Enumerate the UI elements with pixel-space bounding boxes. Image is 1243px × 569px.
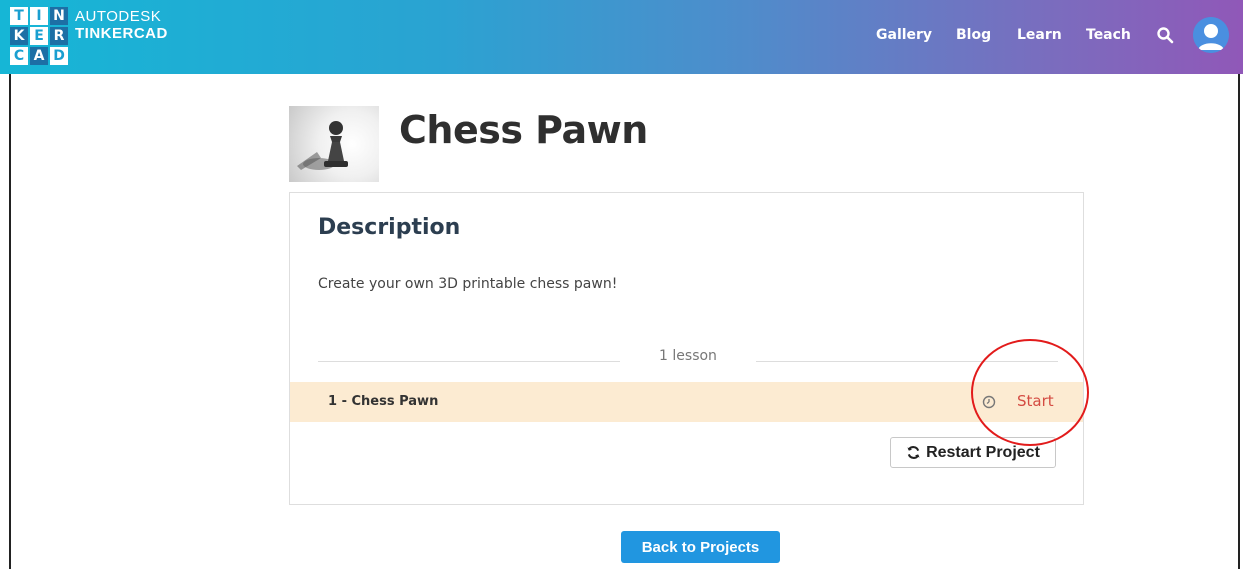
lesson-name[interactable]: 1 - Chess Pawn	[328, 394, 438, 409]
clock-icon	[982, 395, 996, 409]
page-title: Chess Pawn	[399, 108, 648, 152]
divider	[318, 361, 620, 362]
divider	[756, 361, 1058, 362]
logo-letter: A	[30, 47, 48, 65]
logo-product: TINKERCAD	[75, 24, 168, 42]
logo-letter: K	[10, 27, 28, 45]
logo-letter: I	[30, 7, 48, 25]
search-icon[interactable]	[1156, 26, 1174, 44]
nav-blog[interactable]: Blog	[956, 27, 991, 43]
project-thumbnail	[289, 106, 379, 182]
refresh-icon	[907, 446, 920, 459]
lesson-count: 1 lesson	[659, 348, 717, 364]
page-border-left	[9, 74, 11, 569]
page: T I N K E R C A D AUTODESK TINKERCAD Gal…	[0, 0, 1243, 569]
logo-wordmark: AUTODESK TINKERCAD	[75, 8, 168, 42]
nav-learn[interactable]: Learn	[1017, 27, 1062, 43]
logo-letter: T	[10, 7, 28, 25]
chess-pawn-image	[297, 121, 348, 170]
logo-grid: T I N K E R C A D	[10, 7, 68, 65]
logo-brand: AUTODESK	[75, 8, 162, 25]
lesson-row[interactable]: 1 - Chess Pawn Start	[290, 382, 1083, 422]
description-heading: Description	[318, 215, 461, 240]
user-avatar-icon	[1193, 17, 1229, 53]
top-navigation-bar: T I N K E R C A D AUTODESK TINKERCAD Gal…	[0, 0, 1243, 74]
back-to-projects-button[interactable]: Back to Projects	[621, 531, 780, 563]
tinkercad-logo[interactable]: T I N K E R C A D AUTODESK TINKERCAD	[10, 7, 168, 65]
logo-letter: R	[50, 27, 68, 45]
user-avatar[interactable]	[1193, 17, 1229, 53]
description-text: Create your own 3D printable chess pawn!	[318, 276, 618, 292]
restart-project-label: Restart Project	[926, 443, 1040, 461]
nav-teach[interactable]: Teach	[1086, 27, 1131, 43]
logo-letter: E	[30, 27, 48, 45]
logo-letter: C	[10, 47, 28, 65]
restart-project-button[interactable]: Restart Project	[890, 437, 1056, 468]
logo-letter: N	[50, 7, 68, 25]
nav-gallery[interactable]: Gallery	[876, 27, 932, 43]
page-border-right	[1238, 74, 1240, 569]
logo-letter: D	[50, 47, 68, 65]
project-card: Description Create your own 3D printable…	[289, 192, 1084, 505]
lesson-start-link[interactable]: Start	[1017, 392, 1054, 410]
